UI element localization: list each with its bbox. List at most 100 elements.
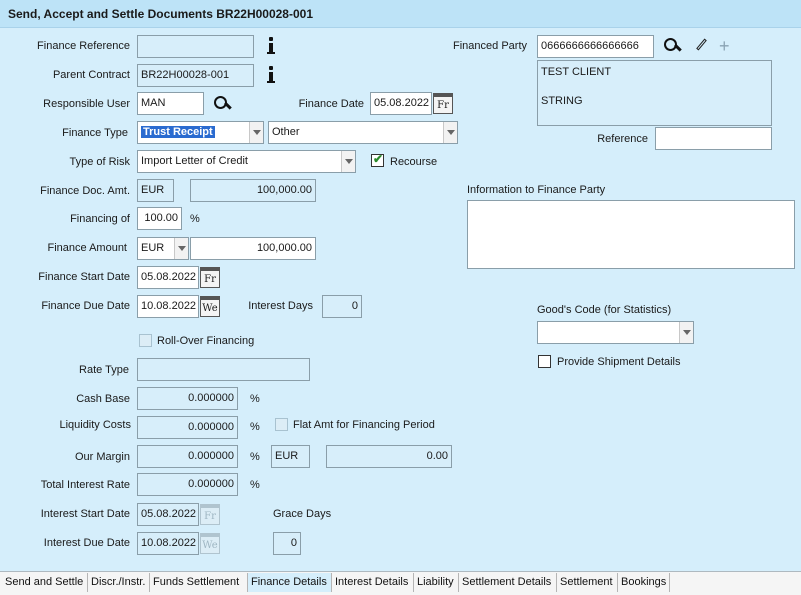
grace-days-field[interactable]: 0 bbox=[273, 532, 301, 555]
finance-reference-label: Finance Reference bbox=[37, 40, 130, 52]
total-interest-rate-field[interactable]: 0.000000 bbox=[137, 473, 238, 496]
window-title: Send, Accept and Settle Documents BR22H0… bbox=[8, 7, 313, 21]
title-bar: Send, Accept and Settle Documents BR22H0… bbox=[0, 0, 801, 28]
pencil-icon[interactable] bbox=[694, 38, 708, 52]
info-icon[interactable] bbox=[267, 66, 275, 83]
rate-type-field[interactable] bbox=[137, 358, 310, 381]
finance-date-label: Finance Date bbox=[298, 98, 364, 110]
search-icon[interactable] bbox=[213, 95, 232, 113]
finance-amount-currency-dropdown[interactable]: EUR bbox=[137, 237, 189, 260]
chevron-down-icon[interactable] bbox=[249, 122, 263, 143]
percent-label: % bbox=[250, 479, 260, 491]
financing-of-field[interactable]: 100.00 bbox=[137, 207, 182, 230]
flat-amt-label: Flat Amt for Financing Period bbox=[293, 419, 435, 431]
percent-label: % bbox=[250, 421, 260, 433]
interest-days-label: Interest Days bbox=[248, 300, 313, 312]
tab-bar: Send and Settle Discr./Instr. Funds Sett… bbox=[0, 571, 801, 595]
type-of-risk-dropdown[interactable]: Import Letter of Credit bbox=[137, 150, 356, 173]
finance-start-date-field[interactable]: 05.08.2022 bbox=[137, 266, 199, 289]
tab-liability[interactable]: Liability bbox=[414, 573, 459, 592]
percent-label: % bbox=[250, 451, 260, 463]
our-margin-label: Our Margin bbox=[74, 451, 130, 463]
reference-field[interactable] bbox=[655, 127, 772, 150]
finance-type-value: Trust Receipt bbox=[141, 126, 215, 138]
calendar-icon[interactable]: Fr bbox=[433, 93, 453, 114]
recourse-label: Recourse bbox=[390, 156, 438, 168]
flat-amt-checkbox[interactable] bbox=[275, 418, 288, 431]
financing-of-label: Financing of bbox=[70, 213, 130, 225]
interest-days-field[interactable]: 0 bbox=[322, 295, 362, 318]
type-of-risk-label: Type of Risk bbox=[69, 156, 130, 168]
cash-base-label: Cash Base bbox=[76, 393, 130, 405]
tab-interest-details[interactable]: Interest Details bbox=[332, 573, 414, 592]
calendar-icon[interactable]: Fr bbox=[200, 267, 220, 288]
rollover-checkbox[interactable] bbox=[139, 334, 152, 347]
tab-discr-instr[interactable]: Discr./Instr. bbox=[88, 573, 150, 592]
percent-label: % bbox=[250, 393, 260, 405]
finance-doc-amt-label: Finance Doc. Amt. bbox=[40, 185, 130, 197]
total-interest-rate-label: Total Interest Rate bbox=[40, 479, 130, 491]
calendar-icon[interactable]: Fr bbox=[200, 504, 220, 525]
parent-contract-label: Parent Contract bbox=[52, 69, 130, 81]
tab-finance-details[interactable]: Finance Details bbox=[248, 573, 332, 592]
finance-start-date-label: Finance Start Date bbox=[38, 271, 130, 283]
tab-settlement[interactable]: Settlement bbox=[557, 573, 618, 592]
financed-party-field[interactable]: 0666666666666666 bbox=[537, 35, 654, 58]
finance-date-field[interactable]: 05.08.2022 bbox=[370, 92, 432, 115]
finance-doc-currency[interactable]: EUR bbox=[137, 179, 174, 202]
info-to-party-label: Information to Finance Party bbox=[467, 184, 606, 196]
check-icon: ✔ bbox=[373, 152, 384, 166]
goods-code-label: Good's Code (for Statistics) bbox=[537, 304, 672, 316]
finance-type-dropdown[interactable]: Trust Receipt bbox=[137, 121, 264, 144]
finance-type-secondary-dropdown[interactable]: Other bbox=[268, 121, 458, 144]
calendar-icon[interactable]: We bbox=[200, 296, 220, 317]
our-margin-amount[interactable]: 0.00 bbox=[326, 445, 452, 468]
type-of-risk-value: Import Letter of Credit bbox=[141, 155, 248, 167]
our-margin-currency[interactable]: EUR bbox=[271, 445, 310, 468]
finance-amount-label: Finance Amount bbox=[47, 242, 128, 254]
financed-party-address: STRING bbox=[541, 95, 583, 107]
info-to-party-textarea[interactable] bbox=[467, 200, 795, 269]
responsible-user-label: Responsible User bbox=[43, 98, 130, 110]
tab-funds-settlement[interactable]: Funds Settlement bbox=[150, 573, 248, 592]
calendar-icon[interactable]: We bbox=[200, 533, 220, 554]
finance-amount-field[interactable]: 100,000.00 bbox=[190, 237, 316, 260]
search-icon[interactable] bbox=[663, 37, 682, 55]
goods-code-dropdown[interactable] bbox=[537, 321, 694, 344]
tab-send-and-settle[interactable]: Send and Settle bbox=[2, 573, 88, 592]
chevron-down-icon[interactable] bbox=[174, 238, 188, 259]
shipment-details-label: Provide Shipment Details bbox=[557, 356, 681, 368]
info-icon[interactable] bbox=[267, 37, 275, 54]
finance-type-label: Finance Type bbox=[62, 127, 128, 139]
responsible-user-field[interactable]: MAN bbox=[137, 92, 204, 115]
interest-start-date-label: Interest Start Date bbox=[40, 508, 130, 520]
finance-doc-amount[interactable]: 100,000.00 bbox=[190, 179, 316, 202]
finance-type-secondary-value: Other bbox=[272, 126, 300, 138]
finance-due-date-field[interactable]: 10.08.2022 bbox=[137, 295, 199, 318]
liquidity-costs-field[interactable]: 0.000000 bbox=[137, 416, 238, 439]
chevron-down-icon[interactable] bbox=[341, 151, 355, 172]
percent-label: % bbox=[190, 213, 200, 225]
finance-amount-currency: EUR bbox=[141, 242, 165, 254]
chevron-down-icon[interactable] bbox=[443, 122, 457, 143]
rollover-label: Roll-Over Financing bbox=[157, 335, 255, 347]
reference-label: Reference bbox=[597, 133, 648, 145]
recourse-checkbox[interactable]: ✔ bbox=[371, 152, 384, 167]
financed-party-address-box: TEST CLIENT STRING bbox=[537, 60, 772, 126]
cash-base-field[interactable]: 0.000000 bbox=[137, 387, 238, 410]
finance-reference-field[interactable] bbox=[137, 35, 254, 58]
finance-due-date-label: Finance Due Date bbox=[41, 300, 130, 312]
rate-type-label: Rate Type bbox=[79, 364, 129, 376]
plus-icon[interactable]: + bbox=[719, 37, 730, 55]
parent-contract-field[interactable]: BR22H00028-001 bbox=[137, 64, 254, 87]
interest-due-date-field[interactable]: 10.08.2022 bbox=[137, 532, 199, 555]
financed-party-label: Financed Party bbox=[453, 40, 527, 52]
chevron-down-icon[interactable] bbox=[679, 322, 693, 343]
tab-settlement-details[interactable]: Settlement Details bbox=[459, 573, 557, 592]
our-margin-field[interactable]: 0.000000 bbox=[137, 445, 238, 468]
shipment-details-checkbox[interactable] bbox=[538, 355, 551, 368]
tab-bookings[interactable]: Bookings bbox=[618, 573, 670, 592]
interest-due-date-label: Interest Due Date bbox=[43, 537, 130, 549]
interest-start-date-field[interactable]: 05.08.2022 bbox=[137, 503, 199, 526]
liquidity-costs-label: Liquidity Costs bbox=[59, 419, 131, 431]
